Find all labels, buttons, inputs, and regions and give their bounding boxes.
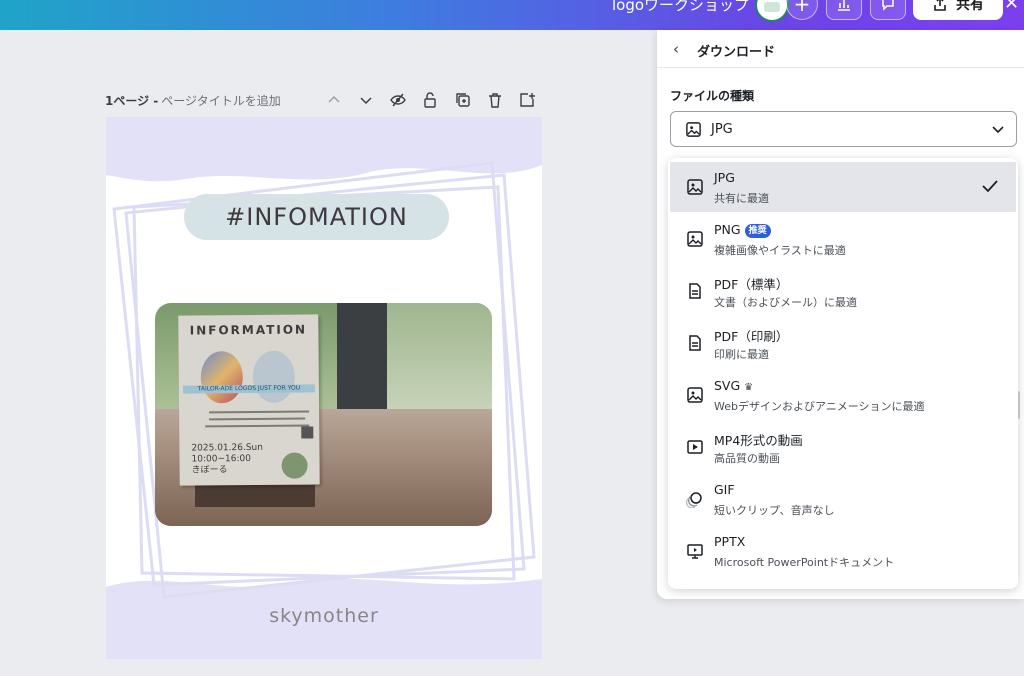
qr-code	[301, 426, 314, 439]
move-down-icon[interactable]	[357, 91, 375, 109]
poster-text-line	[209, 417, 306, 421]
poster-avatar	[281, 452, 308, 479]
panel-header: ‹ ダウンロード	[657, 30, 1024, 68]
move-up-icon[interactable]	[325, 91, 343, 109]
image-icon	[686, 230, 704, 248]
option-svg[interactable]: SVG ♛ Webデザインおよびアニメーションに最適	[670, 370, 1016, 420]
poster-time: 10:00~16:00	[191, 453, 251, 465]
avatar[interactable]	[755, 0, 789, 22]
poster-details: 2025.01.26.Sun 10:00~16:00 きぼーる	[191, 443, 263, 477]
window-frame	[337, 303, 387, 413]
option-label: PDF（印刷）	[714, 329, 789, 344]
page-toolbar: 1ページ - ページタイトルを追加	[105, 91, 545, 109]
option-gif[interactable]: GIF 短いクリップ、音声なし	[670, 474, 1016, 524]
avatar-image	[764, 2, 780, 12]
option-pdf-print[interactable]: PDF（印刷） 印刷に最適	[670, 318, 1016, 368]
poster-heading: INFORMATION	[189, 322, 308, 338]
poster-stand	[195, 485, 315, 507]
insights-button[interactable]	[826, 0, 862, 20]
document-icon	[686, 334, 704, 352]
option-desc: 短いクリップ、音声なし	[714, 504, 835, 517]
brand-text[interactable]: skymother	[106, 605, 542, 627]
panel-title: ダウンロード	[697, 45, 776, 60]
close-icon[interactable]: ✕	[1004, 0, 1019, 14]
option-desc: 複雑画像やイラストに最適	[714, 244, 846, 257]
page-number-label: 1ページ -	[105, 93, 159, 108]
poster-photo[interactable]: INFORMATION TAILOR-ADE LOGOS JUST FOR YO…	[155, 303, 492, 526]
option-desc: 文書（およびメール）に最適	[714, 296, 857, 309]
design-canvas[interactable]: #INFOMATION INFORMATION TAILOR-ADE LOGOS…	[106, 117, 542, 659]
project-title[interactable]: logoワークショップ	[612, 0, 749, 15]
poster-date: 2025.01.26.Sun	[191, 442, 263, 454]
chevron-down-icon	[992, 126, 1004, 134]
page-title-input[interactable]: ページタイトルを追加	[161, 92, 281, 109]
option-desc: 共有に最適	[714, 192, 769, 205]
file-type-value: JPG	[711, 122, 733, 137]
option-label: PPTX	[714, 534, 746, 549]
file-type-label: ファイルの種類	[670, 89, 755, 103]
poster-circle-image	[200, 351, 244, 404]
poster: INFORMATION TAILOR-ADE LOGOS JUST FOR YO…	[178, 314, 320, 486]
hide-icon[interactable]	[389, 91, 407, 109]
trash-icon[interactable]	[486, 91, 504, 109]
poster-circle-image-2	[252, 350, 296, 403]
check-icon	[982, 180, 998, 193]
share-label: 共有	[956, 0, 984, 13]
file-type-select[interactable]: JPG	[670, 111, 1017, 147]
top-bar: logoワークショップ + 共有 ✕	[0, 0, 1024, 30]
back-icon[interactable]: ‹	[673, 40, 679, 58]
add-collaborator-button[interactable]: +	[786, 0, 818, 20]
option-mp4[interactable]: MP4形式の動画 高品質の動画	[670, 422, 1016, 472]
option-label: MP4形式の動画	[714, 433, 803, 448]
image-icon	[686, 122, 701, 137]
infomation-heading[interactable]: #INFOMATION	[184, 194, 449, 240]
crown-icon: ♛	[744, 382, 754, 393]
option-desc: Webデザインおよびアニメーションに最適	[714, 400, 925, 413]
poster-text-line	[205, 424, 310, 428]
poster-place: きぼーる	[191, 465, 228, 476]
poster-strip: TAILOR-ADE LOGOS JUST FOR YOU	[182, 384, 315, 394]
lock-icon[interactable]	[421, 91, 439, 109]
comment-button[interactable]	[870, 0, 906, 20]
option-jpg[interactable]: JPG 共有に最適	[670, 162, 1016, 212]
comment-icon	[882, 0, 894, 11]
option-desc: 印刷に最適	[714, 348, 769, 361]
plus-icon: +	[793, 0, 811, 16]
bar-chart-icon	[838, 0, 850, 11]
option-png[interactable]: PNG 推奨 複雑画像やイラストに最適	[670, 214, 1016, 264]
share-icon	[934, 0, 946, 11]
image-icon	[686, 386, 704, 404]
gif-icon	[686, 490, 704, 508]
option-label-wrap: SVG ♛	[714, 378, 753, 393]
video-icon	[686, 438, 704, 456]
option-label: PNG	[714, 222, 741, 237]
image-icon	[686, 178, 704, 196]
option-desc: 高品質の動画	[714, 452, 780, 465]
window-view	[387, 303, 492, 411]
option-label: GIF	[714, 482, 735, 497]
duplicate-icon[interactable]	[454, 91, 472, 109]
file-type-dropdown: JPG 共有に最適 PNG 推奨 複雑画像やイラストに最適 PDF（標準） 文書（…	[668, 158, 1018, 589]
add-page-icon[interactable]	[518, 91, 536, 109]
option-label: PDF（標準）	[714, 277, 789, 292]
option-desc: Microsoft PowerPointドキュメント	[714, 556, 895, 569]
presentation-icon	[686, 542, 704, 560]
recommended-badge: 推奨	[744, 224, 771, 238]
share-button[interactable]: 共有	[913, 0, 1003, 20]
option-pptx[interactable]: PPTX Microsoft PowerPointドキュメント	[670, 526, 1016, 576]
poster-text-line	[209, 410, 310, 414]
option-label: SVG	[714, 378, 741, 393]
option-label: JPG	[714, 170, 735, 185]
option-pdf-standard[interactable]: PDF（標準） 文書（およびメール）に最適	[670, 266, 1016, 316]
document-icon	[686, 282, 704, 300]
option-label-wrap: PNG 推奨	[714, 222, 771, 238]
